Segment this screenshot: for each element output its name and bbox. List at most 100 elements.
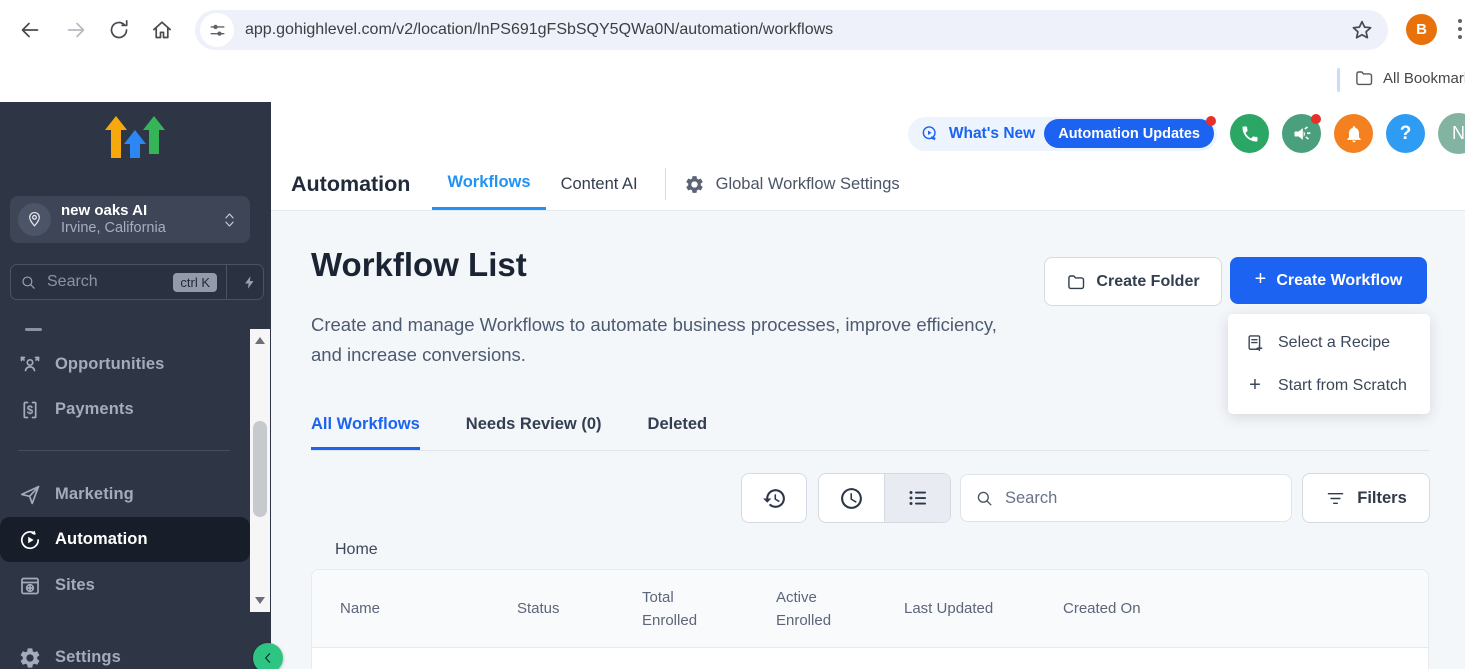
column-header-last-updated[interactable]: Last Updated [904, 600, 1063, 617]
settings-gear-icon [18, 646, 42, 669]
column-header-created-on[interactable]: Created On [1063, 600, 1428, 617]
sidebar-item-marketing[interactable]: Marketing [0, 472, 250, 517]
sidebar-item-payments[interactable]: $ Payments [0, 387, 250, 432]
screen: app.gohighlevel.com/v2/location/lnPS691g… [0, 0, 1465, 669]
bookmarks-bar: All Bookmarks [0, 60, 1465, 102]
main-area: What's New Automation Updates ? [271, 102, 1465, 669]
column-header-name[interactable]: Name [312, 600, 517, 617]
whats-new-button[interactable]: What's New Automation Updates [908, 117, 1217, 151]
phone-icon [1240, 124, 1260, 144]
workflow-search-input[interactable] [1003, 488, 1291, 509]
menu-item-start-from-scratch[interactable]: + Start from Scratch [1228, 364, 1430, 407]
quick-actions-button[interactable] [226, 265, 263, 299]
search-icon [20, 274, 37, 291]
user-avatar[interactable]: N [1438, 113, 1465, 154]
scroll-up-arrow[interactable] [255, 337, 265, 344]
create-folder-button[interactable]: Create Folder [1044, 257, 1222, 306]
history-icon [762, 486, 787, 511]
sidebar-item-label: Opportunities [55, 355, 164, 374]
tab-divider [665, 168, 666, 200]
column-header-active-enrolled[interactable]: Active Enrolled [776, 586, 904, 632]
plus-icon: + [1245, 374, 1265, 397]
enrollment-history-button[interactable] [741, 473, 807, 523]
sites-icon [18, 574, 42, 598]
sidebar-item-automation[interactable]: Automation [0, 517, 250, 562]
lightning-bolt-icon [242, 274, 257, 291]
address-bar[interactable]: app.gohighlevel.com/v2/location/lnPS691g… [195, 10, 1388, 50]
search-shortcut-badge: ctrl K [173, 273, 217, 292]
sidebar-divider [18, 450, 230, 451]
view-toggle [818, 473, 951, 523]
url-text[interactable]: app.gohighlevel.com/v2/location/lnPS691g… [245, 21, 1350, 39]
svg-text:$: $ [27, 405, 34, 417]
sidebar: new oaks AI Irvine, California ctrl K Op… [0, 102, 271, 669]
sidebar-item-sites[interactable]: Sites [0, 563, 250, 608]
list-icon [906, 486, 930, 510]
sidebar-item-settings[interactable]: Settings [0, 635, 250, 669]
filter-icon [1325, 488, 1346, 509]
location-name: new oaks AI [61, 202, 221, 220]
location-pin-icon [18, 203, 51, 236]
scroll-down-arrow[interactable] [255, 597, 265, 604]
browser-profile-avatar[interactable]: B [1406, 14, 1437, 45]
page-title: Automation [291, 172, 410, 197]
bookmarks-divider [1337, 68, 1340, 92]
automation-updates-badge[interactable]: Automation Updates [1044, 119, 1214, 148]
browser-toolbar: app.gohighlevel.com/v2/location/lnPS691g… [0, 0, 1465, 60]
notification-dot [1311, 114, 1321, 124]
plus-icon: + [1255, 268, 1267, 291]
list-view-button[interactable] [884, 474, 950, 522]
tab-needs-review[interactable]: Needs Review (0) [466, 413, 602, 450]
column-header-status[interactable]: Status [517, 600, 642, 617]
help-button[interactable]: ? [1386, 114, 1425, 153]
marketing-icon [18, 483, 42, 507]
site-settings-icon[interactable] [200, 13, 234, 47]
location-switcher[interactable]: new oaks AI Irvine, California [10, 196, 250, 243]
section-description: Create and manage Workflows to automate … [311, 310, 1023, 370]
payments-icon: $ [18, 398, 42, 422]
table-header-row: Name Status Total Enrolled Active Enroll… [312, 570, 1428, 648]
sidebar-item-label: Automation [55, 530, 148, 549]
global-workflow-settings-button[interactable]: Global Workflow Settings [678, 158, 906, 210]
scrolled-item-fragment [25, 328, 42, 331]
breadcrumb[interactable]: Home [335, 541, 378, 559]
folder-icon [1354, 68, 1374, 88]
scrollbar-thumb[interactable] [253, 421, 267, 517]
clock-icon [839, 486, 864, 511]
forward-icon[interactable] [64, 18, 88, 42]
folder-icon [1066, 272, 1086, 292]
bookmark-star-icon[interactable] [1350, 18, 1374, 42]
menu-item-select-recipe[interactable]: Select a Recipe [1228, 321, 1430, 364]
sidebar-collapse-button[interactable] [253, 643, 283, 669]
tab-content-ai[interactable]: Content AI [546, 158, 653, 210]
location-city: Irvine, California [61, 220, 221, 237]
sidebar-scrollbar[interactable] [250, 329, 270, 612]
home-icon[interactable] [150, 18, 174, 42]
browser-menu-icon[interactable] [1458, 19, 1462, 43]
phone-button[interactable] [1230, 114, 1269, 153]
tab-workflows[interactable]: Workflows [432, 158, 545, 210]
search-icon [975, 489, 994, 508]
chevron-up-down-icon [221, 210, 238, 230]
all-bookmarks-label: All Bookmarks [1383, 70, 1465, 87]
filters-button[interactable]: Filters [1302, 473, 1430, 523]
back-icon[interactable] [18, 18, 42, 42]
sidebar-item-opportunities[interactable]: Opportunities [0, 342, 250, 387]
notifications-button[interactable] [1334, 114, 1373, 153]
all-bookmarks-button[interactable]: All Bookmarks [1354, 68, 1465, 88]
notification-dot [1206, 116, 1216, 126]
column-header-total-enrolled[interactable]: Total Enrolled [642, 586, 776, 632]
workflow-search[interactable] [960, 474, 1292, 522]
create-workflow-button[interactable]: + Create Workflow [1230, 257, 1427, 304]
announcements-button[interactable] [1282, 114, 1321, 153]
tab-all-workflows[interactable]: All Workflows [311, 413, 420, 450]
timeline-view-button[interactable] [819, 474, 884, 522]
workflow-table: Name Status Total Enrolled Active Enroll… [311, 569, 1429, 669]
tab-deleted[interactable]: Deleted [648, 413, 708, 450]
sidebar-search-input[interactable] [45, 272, 173, 292]
sidebar-search[interactable]: ctrl K [10, 264, 264, 300]
opportunities-icon [18, 353, 42, 377]
sidebar-item-label: Payments [55, 400, 134, 419]
whats-new-icon [920, 124, 940, 144]
reload-icon[interactable] [107, 18, 131, 42]
